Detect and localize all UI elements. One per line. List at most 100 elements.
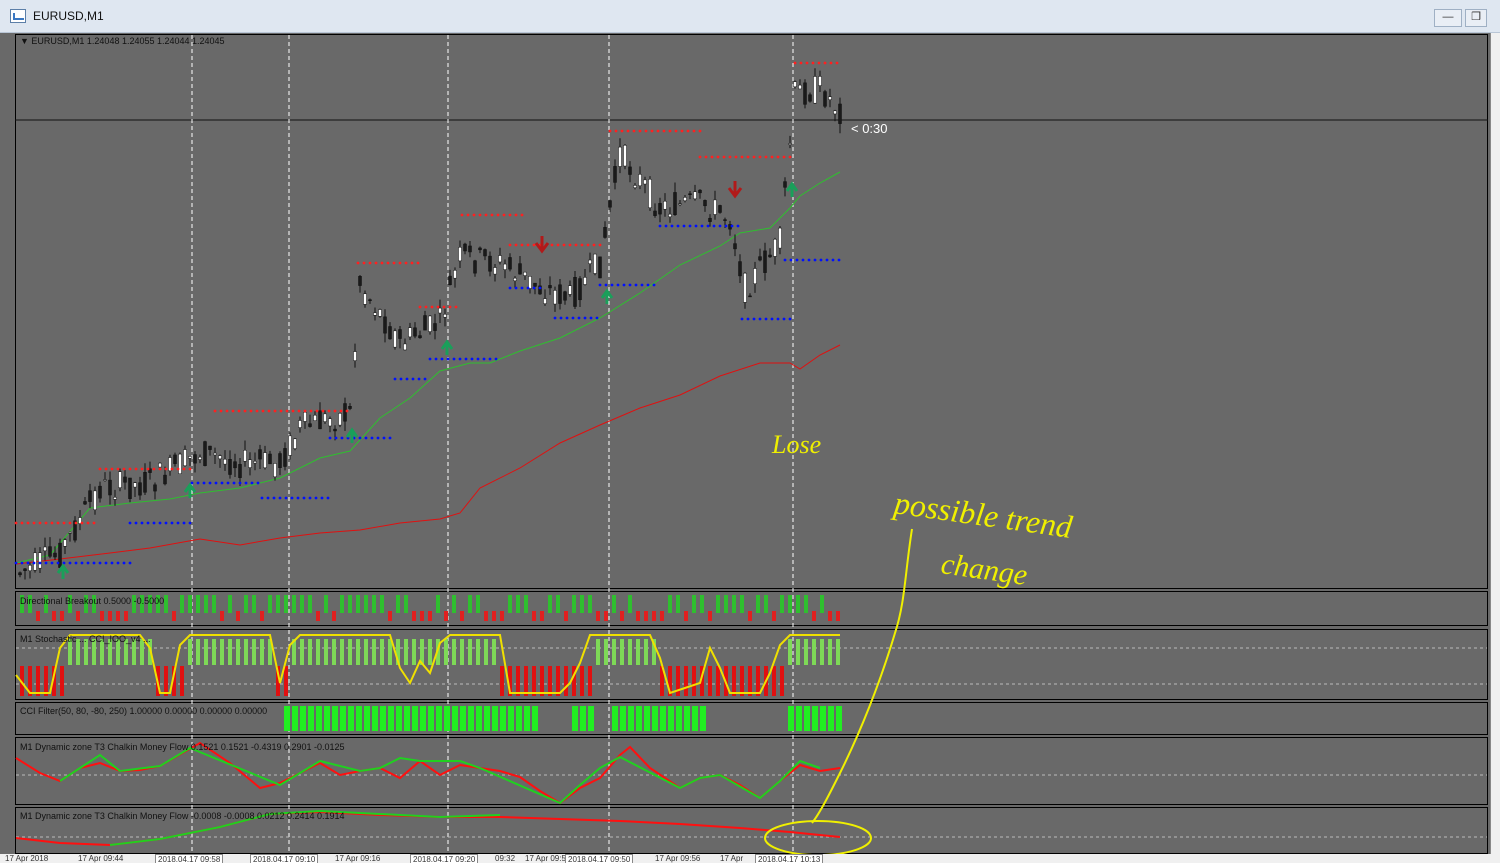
cci-bar bbox=[668, 706, 674, 731]
directional-bar bbox=[596, 611, 600, 621]
candle bbox=[783, 177, 787, 197]
candle bbox=[103, 472, 107, 482]
stochastic-bar bbox=[540, 666, 544, 696]
cci-bar bbox=[652, 706, 658, 731]
candle bbox=[628, 161, 632, 183]
stochastic-bar bbox=[684, 666, 688, 696]
directional-bar bbox=[380, 595, 384, 613]
candle bbox=[143, 463, 147, 495]
cci-pane-label: CCI Filter(50, 80, -80, 250) 1.00000 0.0… bbox=[20, 706, 268, 716]
directional-bar bbox=[52, 611, 56, 621]
stochastic-bar bbox=[332, 639, 336, 665]
chart-canvas[interactable]: Lose possible trend change bbox=[0, 33, 1490, 854]
chart-area[interactable]: Lose possible trend change ▼ EURUSD,M1 1… bbox=[0, 33, 1500, 863]
directional-bar bbox=[108, 611, 112, 621]
candle bbox=[798, 79, 802, 90]
candle bbox=[203, 440, 207, 467]
directional-bar bbox=[508, 595, 512, 613]
candle bbox=[313, 411, 317, 421]
directional-bar bbox=[692, 595, 696, 613]
buy-arrow bbox=[600, 288, 614, 304]
candle bbox=[613, 159, 617, 190]
window-title: EURUSD,M1 bbox=[33, 9, 104, 23]
sell-arrow bbox=[727, 181, 743, 199]
support-level bbox=[328, 436, 392, 440]
cci-bar bbox=[532, 706, 538, 731]
directional-bar bbox=[780, 595, 784, 613]
candle bbox=[538, 278, 542, 295]
candle bbox=[448, 269, 452, 286]
stochastic-bar bbox=[60, 666, 64, 696]
candle bbox=[93, 486, 97, 515]
time-axis[interactable]: 17 Apr 2018 17 Apr 09:44 2018.04.17 09:58 2… bbox=[0, 854, 1500, 863]
candle bbox=[703, 199, 707, 212]
price-axis[interactable] bbox=[1490, 33, 1500, 854]
candle bbox=[73, 516, 77, 543]
directional-bar bbox=[164, 595, 168, 613]
restore-button[interactable]: ❒ bbox=[1465, 9, 1487, 27]
directional-bar bbox=[236, 611, 240, 621]
stochastic-bar bbox=[796, 639, 800, 665]
resistance-level bbox=[14, 521, 96, 525]
time-label: 17 Apr 09:16 bbox=[335, 854, 381, 863]
candle bbox=[363, 290, 367, 308]
minimize-button[interactable]: — bbox=[1434, 9, 1462, 27]
cci-bar bbox=[580, 706, 586, 731]
directional-bar bbox=[60, 611, 64, 621]
cci-bar bbox=[804, 706, 810, 731]
stochastic-bar bbox=[220, 639, 224, 665]
stochastic-bar bbox=[692, 666, 696, 696]
directional-bar bbox=[404, 595, 408, 613]
stochastic-bar bbox=[596, 639, 600, 665]
candle bbox=[383, 309, 387, 343]
stochastic-bar bbox=[204, 639, 208, 665]
stochastic-bar bbox=[500, 666, 504, 696]
candle bbox=[683, 194, 687, 203]
candle bbox=[28, 562, 32, 579]
directional-bar bbox=[116, 611, 120, 621]
directional-bar bbox=[436, 595, 440, 613]
cci-bar bbox=[420, 706, 426, 731]
cci-bar bbox=[572, 706, 578, 731]
candle bbox=[418, 330, 422, 339]
candle bbox=[378, 308, 382, 318]
directional-bar bbox=[548, 595, 552, 613]
cci-bar bbox=[836, 706, 842, 731]
support-level bbox=[598, 283, 656, 287]
stochastic-bar bbox=[364, 639, 368, 665]
candle bbox=[823, 89, 827, 109]
cci-bar bbox=[676, 706, 682, 731]
trend-pointer-line bbox=[811, 528, 913, 824]
stochastic-bar bbox=[716, 666, 720, 696]
candle bbox=[298, 416, 302, 433]
cci-bar bbox=[396, 706, 402, 731]
directional-bar bbox=[284, 595, 288, 613]
directional-bar bbox=[716, 595, 720, 613]
stochastic-bar bbox=[260, 639, 264, 665]
candle bbox=[388, 322, 392, 340]
cci-bar bbox=[284, 706, 290, 731]
stochastic-bar bbox=[188, 639, 192, 665]
candle bbox=[578, 276, 582, 308]
candle bbox=[453, 267, 457, 288]
resistance-level bbox=[213, 409, 349, 413]
cci-bar bbox=[692, 706, 698, 731]
stochastic-pane-label: M1 Stochastic ... CCI_IOO_v4 ... bbox=[20, 634, 151, 644]
candle bbox=[653, 203, 657, 218]
stochastic-bar bbox=[348, 639, 352, 665]
candle bbox=[288, 432, 292, 460]
chaikin1-red bbox=[15, 741, 841, 805]
candle bbox=[573, 271, 577, 310]
slow-ma-line bbox=[15, 344, 841, 565]
directional-bar bbox=[100, 611, 104, 621]
cci-bar bbox=[300, 706, 306, 731]
candle bbox=[808, 92, 812, 103]
support-level bbox=[128, 521, 192, 525]
directional-pane-label: Directional Breakout 0.5000 -0.5000 bbox=[20, 596, 165, 606]
candle bbox=[283, 442, 287, 471]
candle bbox=[818, 70, 822, 92]
support-level bbox=[783, 258, 841, 262]
directional-bar bbox=[684, 611, 688, 621]
directional-bar bbox=[340, 595, 344, 613]
stochastic-bar bbox=[444, 639, 448, 665]
